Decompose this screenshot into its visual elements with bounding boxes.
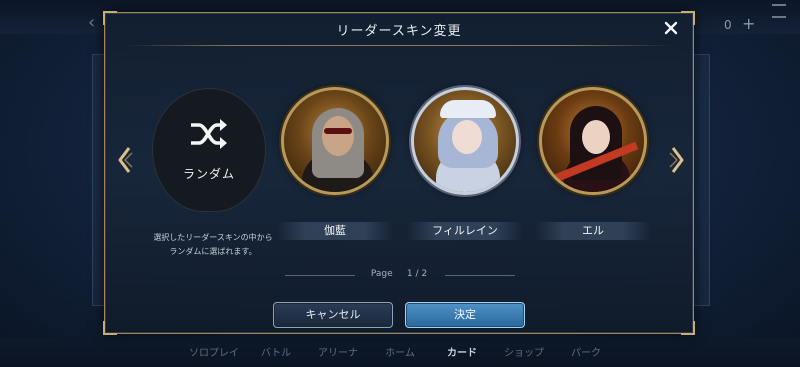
dialog-title: リーダースキン変更 bbox=[336, 24, 462, 39]
frame-corner bbox=[681, 321, 695, 335]
chevron-left-icon bbox=[118, 147, 133, 173]
next-page-arrow[interactable] bbox=[667, 145, 687, 175]
character-face bbox=[322, 116, 354, 156]
character-hat bbox=[440, 100, 496, 118]
cancel-button[interactable]: キャンセル bbox=[273, 302, 393, 328]
title-divider bbox=[125, 45, 673, 46]
character-face bbox=[452, 120, 482, 154]
nav-item-park: パーク bbox=[571, 348, 601, 359]
leader-skin-dialog: リーダースキン変更 ランダム 選択したリーダースキンの中から ランダムに選ばれま… bbox=[103, 11, 695, 335]
page-indicator: Page 1 / 2 bbox=[105, 269, 693, 279]
random-skin-card[interactable]: ランダム bbox=[153, 89, 265, 211]
character-glasses bbox=[324, 128, 352, 134]
shuffle-icon bbox=[191, 119, 227, 149]
nav-item-solo: ソロプレイ bbox=[189, 348, 239, 359]
skin-portrait-garan[interactable] bbox=[281, 87, 389, 195]
skin-name-el: エル bbox=[535, 222, 651, 240]
page-separator: / bbox=[415, 269, 419, 279]
random-description-line: 選択したリーダースキンの中から bbox=[153, 233, 273, 242]
random-skin-label: ランダム bbox=[182, 167, 235, 181]
frame-corner bbox=[103, 321, 117, 335]
page-total: 2 bbox=[421, 269, 428, 279]
nav-item-battle: バトル bbox=[260, 348, 292, 359]
close-button[interactable] bbox=[661, 18, 681, 38]
skin-portrait-el[interactable] bbox=[539, 87, 647, 195]
close-icon bbox=[664, 21, 678, 35]
nav-item-shop: ショップ bbox=[504, 348, 544, 359]
page-label: Page bbox=[370, 269, 393, 279]
nav-item-card: カード bbox=[447, 348, 477, 359]
random-description-line: ランダムに選ばれます。 bbox=[169, 247, 257, 256]
page-current: 1 bbox=[406, 269, 413, 279]
confirm-button[interactable]: 決定 bbox=[405, 302, 525, 328]
character-face bbox=[582, 120, 610, 154]
background-counter: 0 bbox=[724, 18, 732, 32]
nav-item-arena: アリーナ bbox=[318, 348, 358, 359]
previous-page-arrow[interactable] bbox=[115, 145, 135, 175]
nav-item-home: ホーム bbox=[385, 348, 415, 359]
back-arrow-icon: ‹ bbox=[88, 12, 96, 33]
background-bottom-nav: ソロプレイ バトル アリーナ ホーム カード ショップ パーク bbox=[0, 338, 800, 367]
skin-portrait-fillrain[interactable] bbox=[411, 87, 519, 195]
random-skin-description: 選択したリーダースキンの中から ランダムに選ばれます。 bbox=[143, 231, 283, 259]
pager-divider bbox=[445, 275, 515, 276]
skin-name-garan: 伽藍 bbox=[277, 222, 393, 240]
menu-icon bbox=[772, 4, 786, 18]
chevron-right-icon bbox=[669, 147, 684, 173]
skin-name-fillrain: フィルレイン bbox=[407, 222, 523, 240]
plus-icon: + bbox=[742, 14, 756, 33]
